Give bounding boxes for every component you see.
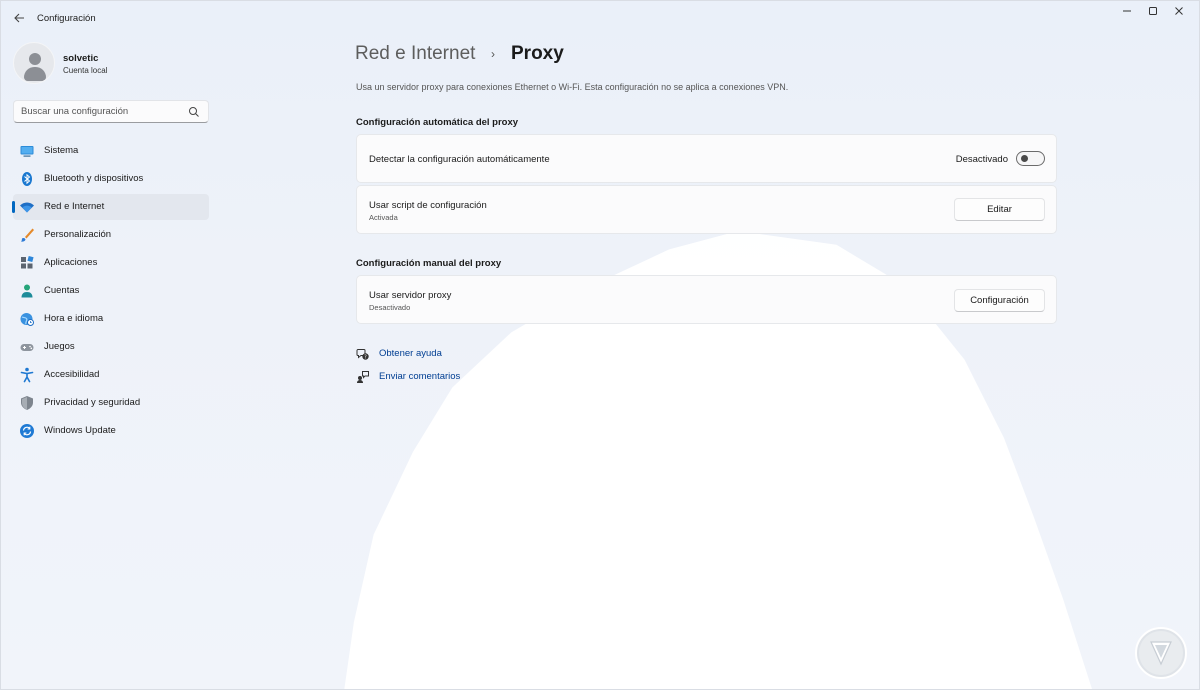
sidebar-item-label: Red e Internet — [44, 201, 105, 212]
globe-clock-icon — [20, 313, 34, 326]
toggle-state-label: Desactivado — [955, 154, 1008, 165]
sidebar-item-cuentas[interactable]: Cuentas — [13, 278, 209, 304]
breadcrumb-parent[interactable]: Red e Internet — [355, 43, 475, 65]
back-button[interactable] — [9, 10, 29, 28]
sidebar-nav: Sistema Bluetooth y dispositivos Red e I… — [12, 138, 209, 446]
page-description: Usa un servidor proxy para conexiones Et… — [356, 82, 789, 92]
sidebar-item-label: Accesibilidad — [44, 369, 100, 380]
person-icon — [21, 284, 33, 298]
sidebar-item-accesibilidad[interactable]: Accesibilidad — [13, 362, 209, 388]
chevron-right-icon: › — [491, 47, 495, 61]
proxy-server-label: Usar servidor proxy — [369, 290, 452, 301]
sidebar-item-label: Hora e idioma — [44, 313, 104, 324]
title-bar: Configuración — [1, 1, 1199, 37]
search-box[interactable] — [13, 100, 209, 123]
toggle-knob — [1021, 155, 1028, 162]
sidebar-item-hora-e-idioma[interactable]: Hora e idioma — [13, 306, 209, 332]
apps-icon — [21, 255, 34, 269]
section-title-manual: Configuración manual del proxy — [356, 258, 502, 269]
search-input[interactable] — [21, 106, 181, 117]
shield-icon — [21, 396, 33, 410]
gamepad-icon — [20, 344, 34, 351]
send-feedback-label[interactable]: Enviar comentarios — [379, 371, 460, 382]
svg-text:?: ? — [364, 354, 367, 360]
sidebar-item-label: Sistema — [44, 145, 79, 156]
detect-settings-toggle[interactable] — [1016, 151, 1045, 166]
sidebar-item-label: Windows Update — [44, 425, 116, 436]
close-icon — [1175, 7, 1183, 15]
sidebar-item-label: Aplicaciones — [44, 257, 98, 268]
account-type: Cuenta local — [63, 66, 108, 75]
maximize-icon — [1149, 7, 1157, 15]
edit-button[interactable]: Editar — [954, 198, 1045, 221]
monitor-icon — [20, 146, 34, 157]
detect-settings-card: Detectar la configuración automáticament… — [356, 134, 1057, 183]
setup-script-status: Activada — [369, 213, 398, 222]
user-profile[interactable]: solvetic Cuenta local — [13, 42, 213, 84]
section-title-auto: Configuración automática del proxy — [356, 117, 519, 128]
proxy-server-status: Desactivado — [369, 303, 411, 312]
update-icon — [20, 424, 34, 438]
settings-window: Configuración solvetic Cuenta local Sist… — [0, 0, 1200, 690]
close-button[interactable] — [1159, 5, 1199, 23]
brush-icon — [21, 228, 34, 242]
proxy-server-card: Usar servidor proxy Desactivado Configur… — [356, 275, 1057, 324]
get-help-label[interactable]: Obtener ayuda — [379, 348, 442, 359]
arrow-left-icon — [13, 13, 24, 23]
sidebar-item-aplicaciones[interactable]: Aplicaciones — [13, 250, 209, 276]
feedback-icon — [357, 371, 369, 383]
sidebar-item-label: Juegos — [44, 341, 75, 352]
app-title: Configuración — [37, 13, 96, 24]
page-title: Proxy — [511, 43, 564, 64]
sidebar-item-privacidad[interactable]: Privacidad y seguridad — [13, 390, 209, 416]
bluetooth-icon — [22, 172, 32, 186]
user-name: solvetic — [63, 53, 99, 64]
help-icon: ? — [356, 349, 369, 360]
accessibility-icon — [20, 367, 34, 383]
sidebar-item-personalizacion[interactable]: Personalización — [13, 222, 209, 248]
sidebar-item-sistema[interactable]: Sistema — [13, 138, 209, 164]
sidebar-item-label: Cuentas — [44, 285, 80, 296]
setup-script-label: Usar script de configuración — [369, 200, 487, 211]
search-icon[interactable] — [188, 106, 200, 118]
minimize-icon — [1123, 10, 1131, 12]
sidebar-item-label: Bluetooth y dispositivos — [44, 173, 144, 184]
detect-settings-label: Detectar la configuración automáticament… — [369, 154, 550, 165]
sidebar-item-label: Privacidad y seguridad — [44, 397, 141, 408]
sidebar-item-label: Personalización — [44, 229, 112, 240]
wifi-icon — [20, 202, 34, 213]
avatar — [13, 42, 55, 84]
setup-script-card: Usar script de configuración Activada Ed… — [356, 185, 1057, 234]
sidebar-item-bluetooth[interactable]: Bluetooth y dispositivos — [13, 166, 209, 192]
sidebar-item-windows-update[interactable]: Windows Update — [13, 418, 209, 444]
configure-button[interactable]: Configuración — [954, 289, 1045, 312]
sidebar-item-juegos[interactable]: Juegos — [13, 334, 209, 360]
sidebar-item-red-e-internet[interactable]: Red e Internet — [12, 194, 209, 220]
watermark-logo — [1135, 627, 1187, 679]
